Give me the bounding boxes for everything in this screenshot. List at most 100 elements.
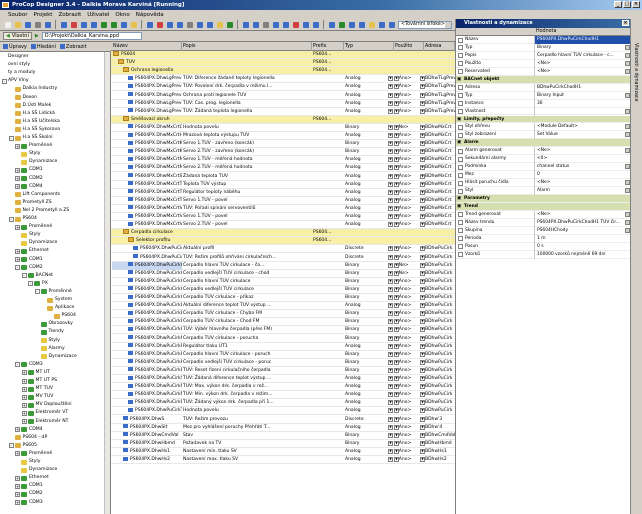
property-row[interactable]: Reservated <Ne> [456, 67, 630, 76]
cell-dropdown-icon[interactable]: ▼ [420, 197, 425, 203]
cell-dropdown-icon[interactable]: ▼ [394, 457, 399, 462]
cell-dropdown-icon[interactable]: ▼ [388, 327, 393, 333]
toolbar-tool-icon[interactable] [271, 20, 280, 29]
cell-dropdown-icon[interactable]: ▼ [388, 84, 393, 90]
cell-dropdown-icon[interactable]: ▼ [394, 165, 399, 171]
cell-dropdown-icon[interactable]: ▼ [420, 76, 425, 82]
cell-dropdown-icon[interactable]: ▼ [394, 343, 399, 349]
cell-dropdown-icon[interactable]: ▼ [420, 149, 425, 155]
toolbar-tool-icon[interactable] [327, 20, 336, 29]
tree-node[interactable]: Lift Components [9, 191, 60, 199]
table-row[interactable]: PS604PX.DhwPuCirkRstCerpTUV: Reset řízen… [111, 367, 455, 375]
toolbar-tool-icon[interactable] [69, 20, 78, 29]
cell-dropdown-icon[interactable]: ▼ [388, 157, 393, 163]
tree-expander-icon[interactable]: + [21, 370, 27, 376]
tree-node[interactable]: + Elektroměr VT [21, 409, 68, 417]
cell-dropdown-icon[interactable]: ▼ [420, 124, 425, 130]
table-row[interactable]: PS604PX.DhwMxCrtVentilyTUV: Pořadí spíná… [111, 205, 455, 213]
cell-dropdown-icon[interactable]: ▼ [420, 384, 425, 390]
folder-row[interactable]: Čerpadla cirkulace PS604... [111, 229, 455, 238]
table-row[interactable]: PS604PX.DhwPuCirkPorV1Čerpadlo vedlejší … [111, 359, 455, 367]
tree-node[interactable]: - H.a SŠ Školní [8, 134, 53, 142]
table-row[interactable]: PS604PX.DhwPuCirkDiffAktAktuální diferen… [111, 302, 455, 311]
cell-dropdown-icon[interactable]: ▼ [420, 173, 425, 179]
folder-row[interactable]: Směšovací okruh PS604... [111, 115, 455, 124]
menu-item[interactable]: Nápověda [136, 12, 164, 18]
toolbar-tool-icon[interactable] [261, 20, 270, 29]
property-row[interactable]: Podmínka channel status [456, 163, 630, 172]
property-row[interactable]: Název PS604PX.DhwPuCirkChodH1 [456, 36, 630, 44]
cell-dropdown-icon[interactable]: ▼ [394, 416, 399, 422]
property-value[interactable]: <Module Default> [534, 123, 630, 132]
cell-dropdown-icon[interactable]: ▼ [420, 327, 425, 333]
tree-node[interactable]: + Proměnné [15, 223, 52, 231]
tree-node[interactable]: + Proměnné [15, 450, 52, 458]
property-row[interactable]: Skupina PS604HChody [456, 226, 630, 235]
cell-dropdown-icon[interactable]: ▼ [420, 108, 425, 114]
toolbar-tool-icon[interactable] [195, 20, 204, 29]
table-row[interactable]: PS604PX.DhwMxCrtVlv2Servo 2.TUV - povel A… [111, 221, 455, 230]
cell-dropdown-icon[interactable]: ▼ [420, 100, 425, 106]
property-row[interactable]: Typ Binary Input [456, 91, 630, 100]
table-row[interactable]: PS604PX.DhwMxCrtTFl Teplota TUV výstup Ana… [111, 181, 455, 189]
cell-dropdown-icon[interactable]: ▼ [420, 335, 425, 341]
close-button[interactable]: × [632, 1, 640, 8]
tree-expander-icon[interactable]: - [2, 78, 7, 84]
property-section[interactable]: ▣ BACnet objekt [456, 75, 630, 84]
maximize-button[interactable]: □ [623, 1, 631, 8]
toolbar-tool-icon[interactable] [155, 20, 164, 29]
cell-dropdown-icon[interactable]: ▼ [388, 351, 393, 357]
tree-node[interactable]: + CDM3 [15, 499, 43, 507]
cell-dropdown-icon[interactable]: ▼ [420, 278, 425, 284]
toolbar-tool-icon[interactable] [337, 20, 346, 29]
cell-dropdown-icon[interactable]: ▼ [420, 181, 425, 187]
toolbar-tool-icon[interactable] [205, 20, 214, 29]
tree-node[interactable]: Designer [2, 53, 29, 61]
cell-dropdown-icon[interactable]: ▼ [420, 440, 425, 446]
table-row[interactable]: PS604PX.DhwCmdVal Stav Binary <Ano> BDhwCmdV… [111, 432, 455, 440]
cell-dropdown-icon[interactable]: ▼ [420, 359, 425, 365]
cell-dropdown-icon[interactable]: ▼ [420, 457, 425, 462]
grid-column-header[interactable]: Popis [182, 42, 312, 51]
toolbar-tool-icon[interactable] [215, 20, 224, 29]
cell-dropdown-icon[interactable]: ▼ [388, 384, 393, 390]
grid-column-header[interactable]: Adresa [424, 42, 455, 51]
cell-dropdown-icon[interactable]: ▼ [394, 181, 399, 187]
tree-node[interactable]: - CDM2 [15, 264, 43, 272]
toolbar-tool-icon[interactable] [89, 20, 98, 29]
cell-dropdown-icon[interactable]: ▼ [394, 400, 399, 406]
tree-expander-icon[interactable]: + [15, 184, 20, 190]
cell-dropdown-icon[interactable]: ▼ [388, 319, 393, 325]
cell-dropdown-icon[interactable]: ▼ [420, 157, 425, 163]
cell-dropdown-icon[interactable]: ▼ [394, 84, 399, 90]
property-value[interactable]: 1 m [534, 234, 630, 243]
cell-dropdown-icon[interactable]: ▼ [394, 440, 399, 446]
cell-dropdown-icon[interactable]: ▼ [420, 246, 425, 252]
cell-dropdown-icon[interactable]: ▼ [394, 205, 399, 211]
table-row[interactable]: PS604PX.DhwS TUV: Režim provozu Discrete <A… [111, 416, 455, 424]
tree-expander-icon[interactable]: - [15, 362, 20, 368]
cell-dropdown-icon[interactable]: ▼ [388, 416, 393, 422]
tree-expander-icon[interactable]: + [21, 410, 27, 416]
cell-dropdown-icon[interactable]: ▼ [420, 254, 425, 260]
menu-item[interactable]: Soubor [8, 12, 27, 18]
tree-expander-icon[interactable]: + [15, 491, 20, 497]
cell-dropdown-icon[interactable]: ▼ [394, 408, 399, 414]
cell-dropdown-icon[interactable]: ▼ [388, 440, 393, 446]
toolbar-tool-icon[interactable] [79, 20, 88, 29]
tree-node[interactable]: + Proměnné [15, 142, 52, 150]
path-field[interactable]: D:\Projekt\Dalkia_Karvina.ppd [41, 32, 142, 40]
tree-node[interactable]: Obrazovky [35, 320, 73, 328]
cell-dropdown-icon[interactable]: ▼ [394, 376, 399, 381]
tree-expander-icon[interactable]: + [15, 257, 20, 262]
cell-dropdown-icon[interactable]: ▼ [394, 359, 399, 365]
tree-node[interactable]: D.Ústí Malek [9, 102, 51, 110]
tree-node[interactable]: Alarmy [35, 345, 65, 353]
cell-dropdown-icon[interactable]: ▼ [394, 76, 399, 82]
table-row[interactable]: PS604PX.DhwPuCirkCmdSMČerpadlo vedlejší … [111, 286, 455, 294]
tree-node[interactable]: Dalkia Industry [9, 85, 57, 93]
cell-dropdown-icon[interactable]: ▼ [420, 262, 425, 268]
cell-dropdown-icon[interactable]: ▼ [420, 408, 425, 414]
table-row[interactable]: PS604PX.DhwPuCirkCmdSoftČerpadlo TUV cir… [111, 294, 455, 303]
cell-dropdown-icon[interactable]: ▼ [388, 424, 393, 430]
